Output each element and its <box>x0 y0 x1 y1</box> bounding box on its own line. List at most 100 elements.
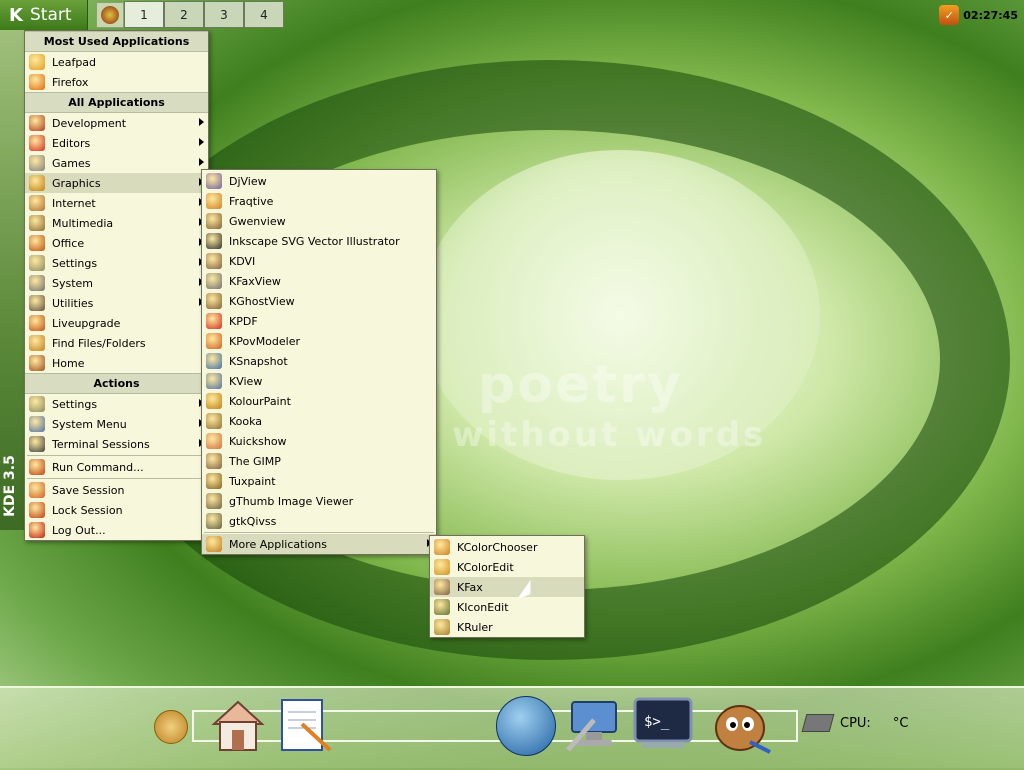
graphics-app-gtkqivss[interactable]: gtkQivss <box>202 511 436 531</box>
category-utilities[interactable]: Utilities <box>25 293 208 313</box>
graphics-app-kdvi[interactable]: KDVI <box>202 251 436 271</box>
category-development[interactable]: Development <box>25 113 208 133</box>
graphics-app-kpdf[interactable]: KPDF <box>202 311 436 331</box>
home-icon <box>29 355 45 371</box>
gimp-icon[interactable] <box>704 694 776 756</box>
desktop-pager: 1 2 3 4 <box>124 1 284 29</box>
graphics-app-fraqtive[interactable]: Fraqtive <box>202 191 436 211</box>
more-app-kiconedit[interactable]: KIconEdit <box>430 597 584 617</box>
graphics-app-kfaxview[interactable]: KFaxView <box>202 271 436 291</box>
category-games[interactable]: Games <box>25 153 208 173</box>
graphics-app-kooka[interactable]: Kooka <box>202 411 436 431</box>
office-icon <box>29 235 45 251</box>
graphics-app-the-gimp[interactable]: The GIMP <box>202 451 436 471</box>
gtkqivss-icon <box>206 513 222 529</box>
text-editor-icon[interactable] <box>278 694 334 754</box>
graphics-app-tuxpaint[interactable]: Tuxpaint <box>202 471 436 491</box>
desktop-1-button[interactable]: 1 <box>124 1 164 28</box>
menu-item-label: DjView <box>229 174 267 188</box>
kmenu: Most Used Applications Leafpad Firefox Al… <box>24 30 209 541</box>
clock[interactable]: 02:27:45 <box>963 9 1018 22</box>
menu-item-label: Home <box>52 356 85 370</box>
desktop-2-button[interactable]: 2 <box>164 1 204 28</box>
kfaxview-icon <box>206 273 222 289</box>
session-log-out[interactable]: Log Out... <box>25 520 208 540</box>
session-save-session[interactable]: Save Session <box>25 480 208 500</box>
graphics-icon <box>29 175 45 191</box>
menu-item-label: Lock Session <box>52 503 123 517</box>
menu-item-label: Multimedia <box>52 216 114 230</box>
graphics-app-inkscape-svg-vector-illustrator[interactable]: Inkscape SVG Vector Illustrator <box>202 231 436 251</box>
games-icon <box>29 155 45 171</box>
action-system-menu[interactable]: System Menu <box>25 414 208 434</box>
category-settings[interactable]: Settings <box>25 253 208 273</box>
more-app-kcoloredit[interactable]: KColorEdit <box>430 557 584 577</box>
kde-logo-icon: K <box>9 4 23 26</box>
menu-item-firefox[interactable]: Firefox <box>25 72 208 92</box>
graphics-app-kolourpaint[interactable]: KolourPaint <box>202 391 436 411</box>
category-system[interactable]: System <box>25 273 208 293</box>
menu-item-label: KolourPaint <box>229 394 291 408</box>
menu-item-liveupgrade[interactable]: Liveupgrade <box>25 313 208 333</box>
start-button[interactable]: K Start <box>0 0 88 30</box>
menu-item-label: The GIMP <box>229 454 281 468</box>
menu-item-leafpad[interactable]: Leafpad <box>25 52 208 72</box>
actions-header: Actions <box>25 373 208 394</box>
home-folder-icon[interactable] <box>210 696 266 754</box>
more-app-kcolorchooser[interactable]: KColorChooser <box>430 537 584 557</box>
graphics-app-kghostview[interactable]: KGhostView <box>202 291 436 311</box>
menu-item-label: Gwenview <box>229 214 286 228</box>
category-internet[interactable]: Internet <box>25 193 208 213</box>
save-session-icon <box>29 482 45 498</box>
desktop-3-button[interactable]: 3 <box>204 1 244 28</box>
menu-item-label: gThumb Image Viewer <box>229 494 354 508</box>
menu-item-label: KGhostView <box>229 294 295 308</box>
submenu-arrow-icon <box>199 138 204 146</box>
kfax-icon <box>434 579 450 595</box>
system-tray: ✓ 02:27:45 <box>939 0 1024 30</box>
kview-icon <box>206 373 222 389</box>
graphics-app-kuickshow[interactable]: Kuickshow <box>202 431 436 451</box>
graphics-app-kpovmodeler[interactable]: KPovModeler <box>202 331 436 351</box>
klipper-icon[interactable]: ✓ <box>939 5 960 25</box>
more-applications-item[interactable]: More Applications <box>202 534 436 554</box>
control-center-icon[interactable] <box>564 696 622 754</box>
graphics-app-ksnapshot[interactable]: KSnapshot <box>202 351 436 371</box>
kooka-icon <box>206 413 222 429</box>
terminal-icon[interactable]: $>_ <box>632 696 694 752</box>
category-multimedia[interactable]: Multimedia <box>25 213 208 233</box>
graphics-app-kview[interactable]: KView <box>202 371 436 391</box>
graphics-app-gthumb-image-viewer[interactable]: gThumb Image Viewer <box>202 491 436 511</box>
graphics-app-djview[interactable]: DjView <box>202 171 436 191</box>
djview-icon <box>206 173 222 189</box>
more-app-kruler[interactable]: KRuler <box>430 617 584 637</box>
category-graphics[interactable]: Graphics <box>25 173 208 193</box>
menu-item-home[interactable]: Home <box>25 353 208 373</box>
desktop-4-button[interactable]: 4 <box>244 1 284 28</box>
menu-item-label: Development <box>52 116 127 130</box>
graphics-submenu: DjView Fraqtive Gwenview Inkscape SVG Vecto… <box>201 169 437 555</box>
menu-item-label: KRuler <box>457 620 493 634</box>
more-app-kfax[interactable]: KFax <box>430 577 584 597</box>
category-office[interactable]: Office <box>25 233 208 253</box>
firefox-icon <box>29 74 45 90</box>
multimedia-icon <box>29 215 45 231</box>
session-lock-session[interactable]: Lock Session <box>25 500 208 520</box>
lock-icon <box>29 502 45 518</box>
menu-item-label: KFax <box>457 580 483 594</box>
globe-icon[interactable] <box>496 696 556 756</box>
system-menu-icon <box>29 416 45 432</box>
menu-item-label: Log Out... <box>52 523 106 537</box>
run-command-item[interactable]: Run Command... <box>25 457 208 477</box>
menu-item-find-files-folders[interactable]: Find Files/Folders <box>25 333 208 353</box>
menu-item-label: Utilities <box>52 296 94 310</box>
liveupgrade-icon <box>29 315 45 331</box>
category-editors[interactable]: Editors <box>25 133 208 153</box>
compass-icon[interactable] <box>154 710 188 744</box>
kpdf-icon <box>206 313 222 329</box>
most-used-header: Most Used Applications <box>25 31 208 52</box>
panel-app-button[interactable] <box>96 2 124 28</box>
action-terminal-sessions[interactable]: Terminal Sessions <box>25 434 208 454</box>
action-settings[interactable]: Settings <box>25 394 208 414</box>
graphics-app-gwenview[interactable]: Gwenview <box>202 211 436 231</box>
